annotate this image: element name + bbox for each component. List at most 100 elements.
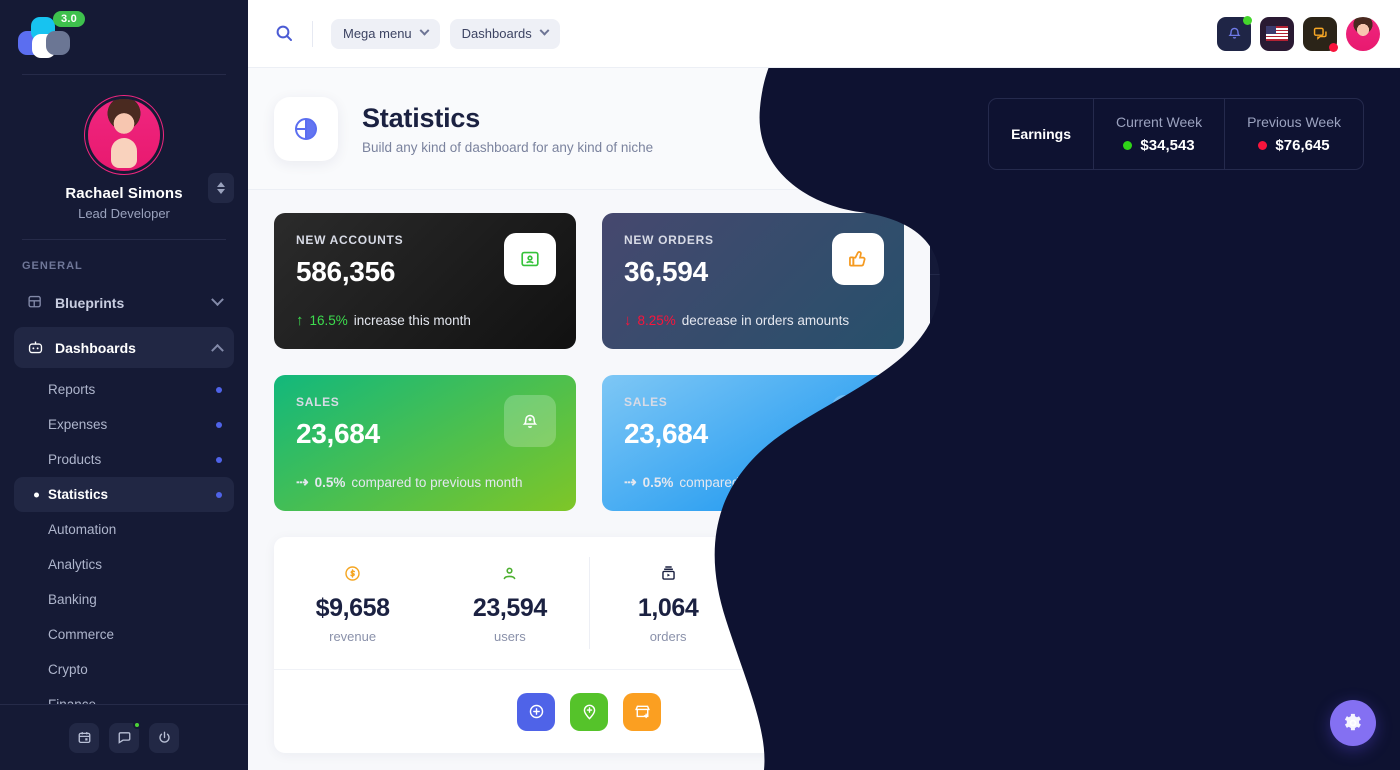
earnings-value: $34,543 — [1140, 137, 1195, 154]
version-badge: 3.0 — [53, 11, 85, 27]
chat-icon[interactable] — [109, 720, 141, 753]
sidebar-item-finance[interactable]: Finance — [14, 687, 234, 704]
arrow-up-icon: ↑ — [296, 312, 304, 329]
metrics-card: $9,658 revenue 23,594 users 1,064 orders… — [274, 537, 904, 753]
search-icon[interactable] — [274, 23, 296, 45]
sidebar-item-banking[interactable]: Banking — [14, 582, 234, 617]
topbar-right-group — [1217, 15, 1380, 52]
stat-card-foot-text: increase this month — [353, 313, 471, 328]
contact-name: Munroe Dacks — [1003, 388, 1096, 403]
stat-card-new-orders[interactable]: NEW ORDERS 36,594 ↓ 8.25% decrease in or… — [602, 213, 904, 349]
add-contact-button[interactable]: + ADD — [1284, 560, 1354, 588]
sidebar-item-analytics[interactable]: Analytics — [14, 547, 234, 582]
add-contact-button[interactable]: + ADD — [1284, 503, 1354, 531]
sidebar-logo-row[interactable]: 3.0 — [0, 0, 248, 74]
stat-card-pct: 8.25% — [637, 313, 676, 328]
sidebar-subitem-label: Banking — [48, 592, 97, 607]
us-flag-icon[interactable] — [1260, 16, 1294, 51]
user-avatar[interactable] — [1346, 16, 1380, 51]
delete-all-button[interactable]: Delete all — [950, 292, 1009, 307]
user-icon — [500, 562, 519, 584]
dashboards-menu-button[interactable]: Dashboards — [449, 18, 560, 49]
profile-role: Lead Developer — [78, 206, 170, 221]
stat-card-sales-blue[interactable]: SALES 23,684 ⇢ 0.5% compared to previous… — [602, 375, 904, 511]
sidebar-subitem-label: Commerce — [48, 627, 115, 642]
metric-value: $9,658 — [315, 594, 390, 622]
sidebar-item-commerce[interactable]: Commerce — [14, 617, 234, 652]
list-item[interactable]: Rowena Geistmann Online + ADD — [930, 489, 1374, 546]
sidebar-item-expenses[interactable]: Expenses — [14, 407, 234, 442]
app-logo: 3.0 — [18, 11, 85, 59]
metric-label: users — [493, 629, 526, 644]
list-item[interactable]: Ede Stoving Online + ADD — [930, 546, 1374, 603]
sidebar-subitem-label: Expenses — [48, 417, 108, 432]
view-all-label: View all participants — [1077, 702, 1203, 718]
sidebar-item-automation[interactable]: Automation — [14, 512, 234, 547]
status-dot — [216, 456, 222, 463]
chevron-up-icon — [217, 182, 225, 187]
sidebar-item-dashboards[interactable]: Dashboards — [14, 327, 234, 368]
view-all-participants-button[interactable]: View all participants → — [1059, 695, 1245, 725]
map-pin-plus-icon[interactable] — [570, 692, 608, 731]
avatar — [950, 440, 990, 480]
sidebar-item-products[interactable]: Products — [14, 442, 234, 477]
contacts-list: Munroe Dacks Online + ADD Gunilla Canari… — [930, 375, 1374, 717]
sidebar-item-label: Blueprints — [55, 294, 125, 311]
sidebar-item-crypto[interactable]: Crypto — [14, 652, 234, 687]
stat-card-sales-green[interactable]: SALES 23,684 ⇢ 0.5% compared to previous… — [274, 375, 576, 511]
chat-icon[interactable] — [1303, 16, 1338, 52]
contact-status: Online — [1003, 577, 1081, 589]
plus-circle-icon[interactable] — [517, 692, 555, 731]
bell-icon[interactable] — [1217, 15, 1252, 51]
contact-name: Rowena Geistmann — [1003, 502, 1129, 517]
store-plus-icon[interactable] — [623, 692, 661, 731]
left-column: NEW ACCOUNTS 586,356 ↑ 16.5% increase th… — [274, 213, 904, 753]
metric-revenue: $9,658 revenue — [274, 537, 431, 669]
add-label: ADD — [1314, 568, 1340, 580]
notification-dot — [1243, 15, 1252, 25]
sidebar-item-statistics[interactable]: Statistics — [14, 477, 234, 512]
stat-card-new-accounts[interactable]: NEW ACCOUNTS 586,356 ↑ 16.5% increase th… — [274, 213, 576, 349]
stat-card-pct: 16.5% — [309, 313, 348, 328]
list-item[interactable]: Haydn Porter Online + ADD — [930, 603, 1374, 660]
sidebar-item-blueprints[interactable]: Blueprints — [14, 282, 234, 323]
contact-name: Ede Stoving — [1003, 559, 1082, 574]
thumbs-up-icon — [832, 233, 884, 285]
counter-icon — [816, 562, 835, 584]
contact-status: Online — [1003, 406, 1095, 418]
arrow-down-icon: ↓ — [624, 312, 632, 329]
messenger-avatar[interactable]: ET — [1318, 225, 1354, 262]
earnings-current-week: Current Week $34,543 — [1092, 99, 1224, 169]
power-icon[interactable] — [149, 722, 179, 753]
calendar-icon[interactable] — [69, 722, 99, 753]
stat-card-footer: ⇢ 0.5% compared to previous month — [624, 473, 850, 491]
messenger-search[interactable] — [930, 325, 1374, 375]
search-input[interactable] — [978, 342, 1354, 357]
pie-chart-icon — [274, 96, 338, 161]
gear-icon[interactable] — [1330, 700, 1376, 746]
profile-avatar[interactable] — [88, 99, 160, 171]
profile-expand-toggle[interactable] — [208, 173, 234, 203]
contact-name: Gunilla Canario — [1003, 445, 1103, 460]
plus-icon: + — [1298, 452, 1307, 468]
messenger-header: MESSAGES Messenger Window ET — [930, 213, 1374, 275]
sidebar-item-reports[interactable]: Reports — [14, 372, 234, 407]
stat-card-foot-text: compared to previous month — [679, 474, 851, 490]
add-contact-button[interactable]: + ADD — [1284, 446, 1354, 474]
metric-users: 23,594 users — [431, 537, 588, 669]
search-icon — [950, 339, 966, 360]
earnings-value-wrap: $34,543 — [1123, 137, 1195, 154]
add-contact-button[interactable]: + ADD — [1284, 617, 1354, 645]
avatar-initials: ET — [1323, 236, 1341, 251]
list-item[interactable]: Gunilla Canario Online + ADD — [930, 432, 1374, 489]
current-user-name: Emma Taylor — [1270, 292, 1354, 307]
messenger-footer: View all participants → — [930, 677, 1374, 743]
list-item[interactable]: Munroe Dacks Online + ADD — [930, 375, 1374, 432]
messenger-title: Messenger Window — [950, 242, 1090, 260]
add-contact-button[interactable]: + ADD — [1284, 389, 1354, 417]
add-label: ADD — [1314, 625, 1340, 637]
contact-status: Online — [1003, 520, 1128, 532]
mega-menu-button[interactable]: Mega menu — [331, 18, 440, 49]
add-label: ADD — [1314, 511, 1340, 523]
dashboards-menu-label: Dashboards — [461, 26, 532, 41]
